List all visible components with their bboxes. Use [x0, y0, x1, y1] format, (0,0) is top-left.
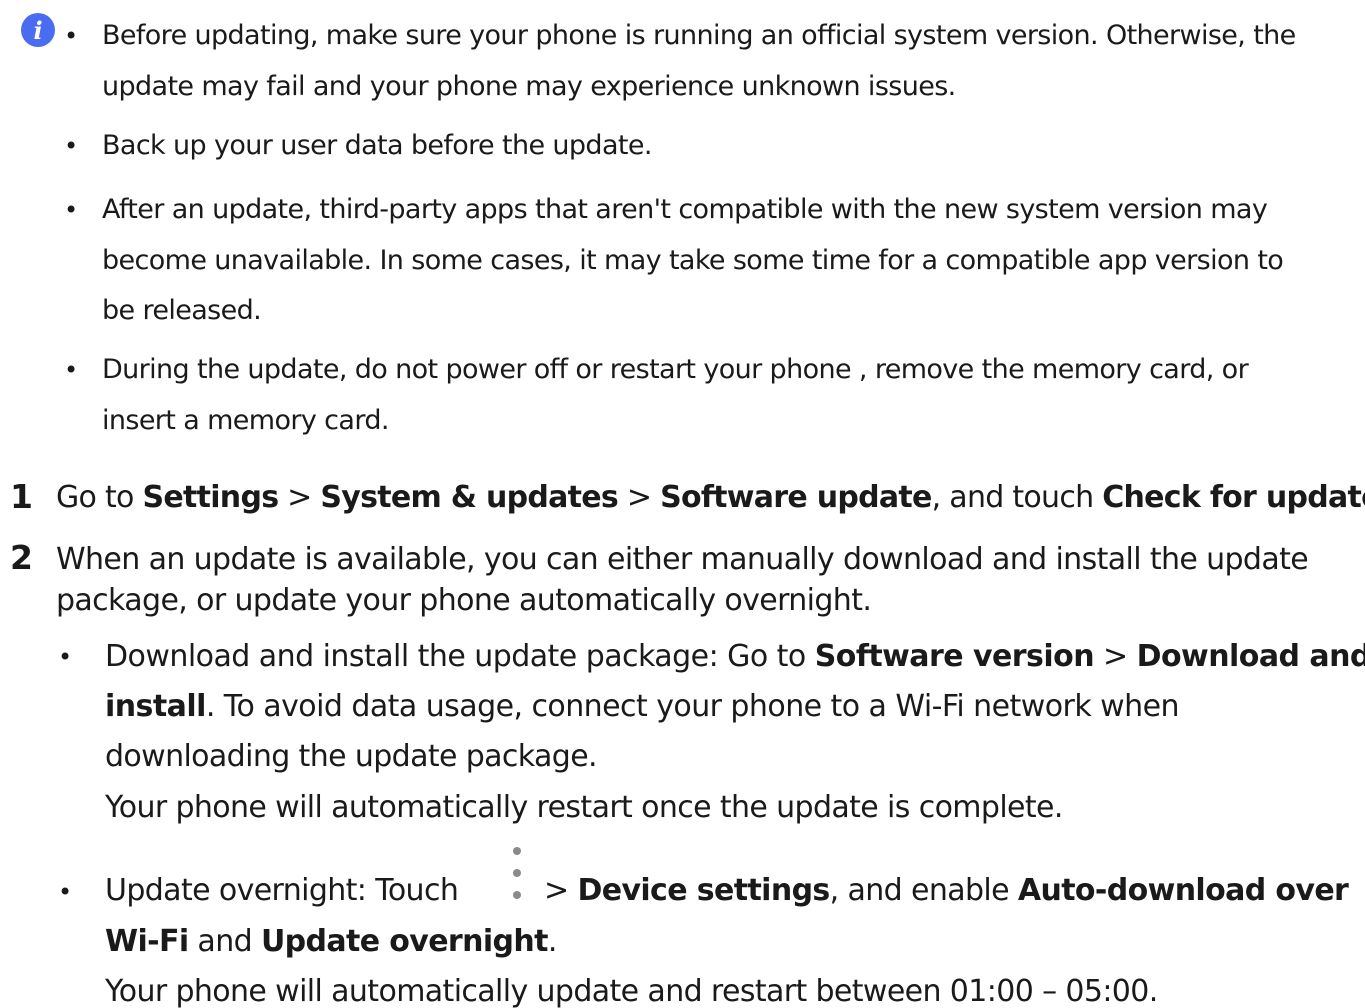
note-text-line: Back up your user data before the update…	[102, 130, 652, 161]
menu-path-software-version: Software version	[814, 639, 1095, 674]
sub-text-line: downloading the update package.	[105, 739, 598, 774]
menu-path-download-install: install	[105, 689, 206, 724]
note-text-line: become unavailable. In some cases, it ma…	[102, 244, 1284, 276]
text-run: and	[188, 924, 261, 959]
sub-text-line: Your phone will automatically restart on…	[105, 790, 1063, 825]
step-number: 2	[10, 538, 33, 577]
text-run: >	[618, 480, 661, 515]
bullet: •	[64, 22, 79, 50]
info-icon-letter: i	[33, 16, 42, 45]
setting-auto-download-over-wifi: Auto-download over	[1017, 873, 1349, 908]
step-text-line: When an update is available, you can eit…	[56, 542, 1309, 577]
bullet: •	[58, 643, 73, 671]
bullet: •	[58, 878, 73, 906]
setting-auto-download-over-wifi: Wi-Fi	[105, 924, 189, 959]
sub-text-line: Wi-Fi and Update overnight.	[105, 917, 557, 968]
bullet: •	[64, 196, 79, 224]
sub-text-line: > Device settings, and enable Auto-downl…	[544, 866, 1349, 917]
text-run: .	[547, 924, 558, 959]
text-run: >	[278, 480, 321, 515]
note-text-line: Before updating, make sure your phone is…	[102, 20, 1296, 51]
menu-path-system-updates: System & updates	[320, 480, 618, 515]
sub-text-line: Your phone will automatically update and…	[105, 974, 1158, 1008]
text-run: Download and install the update package:…	[105, 639, 815, 674]
step-number: 1	[10, 477, 33, 516]
menu-path-software-update: Software update	[660, 480, 932, 515]
menu-path-download-install: Download and	[1136, 639, 1365, 674]
document-page: i • Before updating, make sure your phon…	[0, 0, 1365, 1008]
text-run: Go to	[56, 480, 143, 515]
sub-text-line: install. To avoid data usage, connect yo…	[105, 682, 1180, 733]
note-text-line: After an update, third-party apps that a…	[102, 194, 1268, 225]
bullet: •	[64, 356, 79, 384]
step-text-line: package, or update your phone automatica…	[56, 583, 872, 618]
text-run: , and enable	[829, 873, 1018, 908]
note-text-line: During the update, do not power off or r…	[102, 354, 1249, 385]
info-icon: i	[21, 13, 55, 47]
note-text-line: update may fail and your phone may exper…	[102, 70, 956, 102]
note-text-line: be released.	[102, 295, 262, 326]
bullet: •	[64, 132, 79, 160]
text-run: >	[1094, 639, 1137, 674]
more-vertical-icon	[513, 847, 521, 899]
sub-text-line: Update overnight: Touch	[105, 873, 459, 908]
menu-path-settings: Settings	[142, 480, 279, 515]
text-run: . To avoid data usage, connect your phon…	[205, 689, 1180, 724]
setting-update-overnight: Update overnight	[260, 924, 549, 959]
menu-path-check-for-updates: Check for updates	[1102, 480, 1365, 515]
text-run: , and touch	[931, 480, 1103, 515]
note-text-line: insert a memory card.	[102, 404, 389, 436]
text-run: >	[544, 873, 578, 908]
sub-text-line: Download and install the update package:…	[105, 632, 1365, 683]
menu-path-device-settings: Device settings	[577, 873, 830, 908]
step-text: Go to Settings > System & updates > Soft…	[56, 477, 1365, 519]
